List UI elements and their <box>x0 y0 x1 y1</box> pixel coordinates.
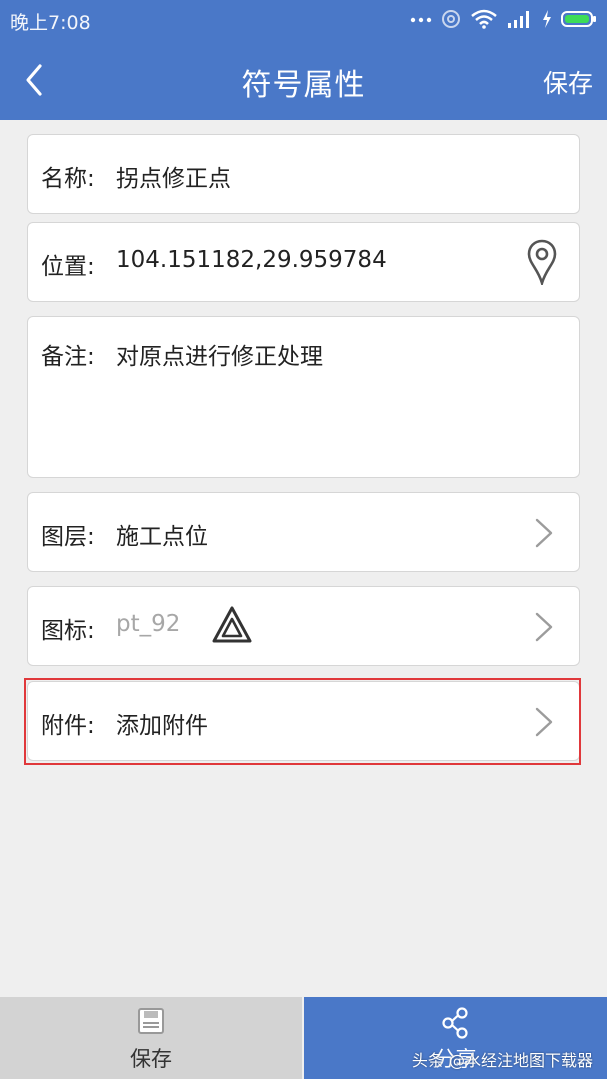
attachment-highlight-box <box>24 678 581 765</box>
icon-field[interactable]: 图标: pt_92 <box>27 586 580 666</box>
bottom-share-button[interactable]: 分享 头条 @水经注地图下载器 <box>304 997 607 1079</box>
header-save-button[interactable]: 保存 <box>543 64 593 100</box>
location-value[interactable]: 104.151182,29.959784 <box>116 247 387 273</box>
status-bar: 晚上7:08 <box>0 0 607 40</box>
signal-icon <box>508 11 529 28</box>
chevron-right-icon <box>535 612 553 642</box>
location-pin-icon[interactable] <box>527 239 557 285</box>
name-label: 名称: <box>41 166 95 192</box>
layer-label: 图层: <box>41 524 95 550</box>
chevron-right-icon <box>535 518 553 548</box>
charging-icon <box>543 10 551 28</box>
share-icon <box>441 1007 468 1039</box>
icon-value: pt_92 <box>116 611 181 637</box>
location-field[interactable]: 位置: 104.151182,29.959784 <box>27 222 580 302</box>
bottom-save-label: 保存 <box>130 1047 172 1071</box>
warning-triangle-icon <box>212 606 252 643</box>
note-value[interactable]: 对原点进行修正处理 <box>116 337 323 371</box>
location-label: 位置: <box>41 254 95 280</box>
wifi-icon <box>471 9 497 29</box>
alarm-icon <box>442 10 460 28</box>
note-label: 备注: <box>41 344 95 370</box>
more-dots-icon <box>410 17 432 23</box>
name-value[interactable]: 拐点修正点 <box>116 159 231 193</box>
status-icons <box>410 8 597 30</box>
note-field[interactable]: 备注: 对原点进行修正处理 <box>27 316 580 478</box>
bottom-save-button[interactable]: 保存 <box>0 997 302 1079</box>
bottom-bar: 保存 分享 头条 @水经注地图下载器 <box>0 997 607 1079</box>
icon-label: 图标: <box>41 618 95 644</box>
watermark-text: 头条 @水经注地图下载器 <box>411 1051 593 1070</box>
battery-icon <box>561 11 596 27</box>
layer-value: 施工点位 <box>116 524 208 550</box>
name-field[interactable]: 名称: 拐点修正点 <box>27 134 580 214</box>
page-title: 符号属性 <box>241 68 366 103</box>
floppy-disk-icon <box>138 1008 164 1034</box>
layer-field[interactable]: 图层: 施工点位 <box>27 492 580 572</box>
app-bar: 符号属性 保存 <box>0 40 607 120</box>
status-time: 晚上7:08 <box>10 12 91 34</box>
